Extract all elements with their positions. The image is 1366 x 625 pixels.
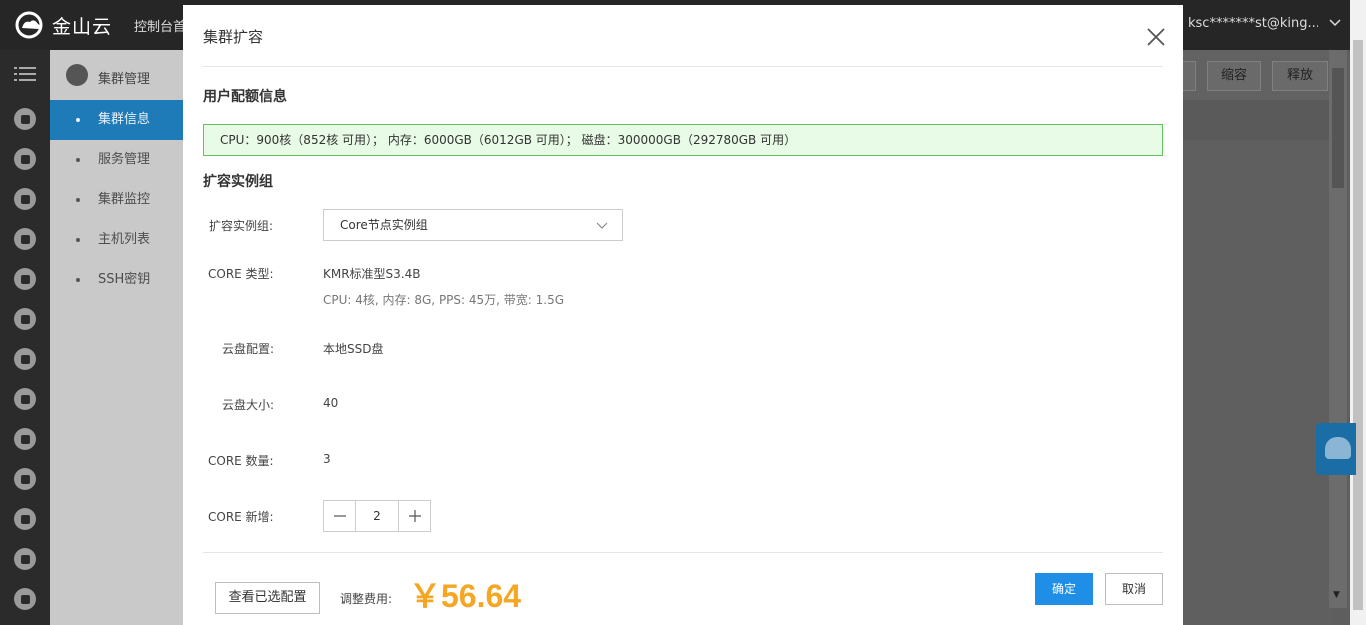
rail-product-icon[interactable] (14, 348, 36, 370)
sidebar-item-ssh-key[interactable]: SSH密钥 (50, 260, 184, 300)
sidebar-item-service-management[interactable]: 服务管理 (50, 140, 184, 180)
core-count-value: 3 (323, 452, 331, 466)
fee-label: 调整费用: (340, 592, 393, 606)
instance-group-value: Core节点实例组 (340, 218, 428, 232)
disk-config-value: 本地SSD盘 (323, 342, 384, 356)
sidebar-item-host-list[interactable]: 主机列表 (50, 220, 184, 260)
core-add-input[interactable]: 2 (355, 501, 399, 531)
release-button[interactable]: 释放 (1272, 61, 1328, 91)
page-scrollbar[interactable] (1350, 0, 1366, 625)
sidebar-item-label: 主机列表 (98, 232, 151, 247)
rail-product-icon[interactable] (14, 468, 36, 490)
core-type-spec: CPU: 4核, 内存: 8G, PPS: 45万, 带宽: 1.5G (323, 293, 565, 307)
brand-logo[interactable]: 金山云 (14, 10, 112, 40)
rail-product-icon[interactable] (14, 308, 36, 330)
sidebar: 集群管理 集群信息 服务管理 集群监控 主机列表 SSH密钥 (50, 50, 184, 625)
rail-product-icon[interactable] (14, 148, 36, 170)
rail-product-icon[interactable] (14, 188, 36, 210)
rail-product-icon[interactable] (14, 108, 36, 130)
rail-product-icon[interactable] (14, 268, 36, 290)
sidebar-header: 集群管理 (50, 50, 184, 100)
content-scrollbar[interactable]: ▼ (1329, 50, 1347, 608)
core-type-label: CORE 类型: (208, 267, 274, 281)
dialog-title: 集群扩容 (203, 28, 264, 46)
instance-group-label: 扩容实例组: (209, 219, 274, 233)
brand-name: 金山云 (52, 15, 113, 38)
shrink-button[interactable]: 缩容 (1207, 61, 1261, 91)
sidebar-item-label: SSH密钥 (98, 272, 151, 287)
help-float-button[interactable] (1316, 423, 1356, 475)
sidebar-item-label: 集群监控 (98, 192, 151, 207)
console-home-link[interactable]: 控制台首 (134, 16, 186, 35)
core-add-label: CORE 新增: (208, 510, 274, 524)
bullet-icon (76, 278, 80, 282)
expand-cluster-dialog: 集群扩容 用户配额信息 CPU：900核（852核 可用）； 内存：6000GB… (183, 5, 1183, 625)
rail-product-icon[interactable] (14, 228, 36, 250)
quota-info-box: CPU：900核（852核 可用）； 内存：6000GB（6012GB 可用）；… (203, 124, 1163, 156)
core-type-value: KMR标准型S3.4B (323, 267, 421, 281)
scroll-thumb[interactable] (1332, 68, 1344, 188)
plus-icon (408, 510, 421, 522)
minus-icon (333, 515, 346, 517)
user-account-menu[interactable]: ksc*******st@king... (1188, 16, 1318, 31)
bullet-icon (76, 118, 80, 122)
confirm-button[interactable]: 确定 (1035, 573, 1093, 605)
customer-service-icon (1325, 437, 1351, 459)
toolbar-button-partial[interactable] (1182, 61, 1196, 91)
sidebar-item-label: 服务管理 (98, 152, 151, 167)
bullet-icon (76, 238, 80, 242)
view-selected-config-button[interactable]: 查看已选配置 (215, 582, 320, 614)
fee-amount: ￥56.64 (409, 578, 522, 614)
close-icon[interactable] (1145, 26, 1167, 48)
decrement-button[interactable] (324, 501, 355, 531)
rail-product-icon[interactable] (14, 428, 36, 450)
sidebar-item-cluster-monitor[interactable]: 集群监控 (50, 180, 184, 220)
bullet-icon (76, 198, 80, 202)
cloud-logo-icon (15, 11, 43, 39)
page-scroll-thumb[interactable] (1353, 40, 1363, 610)
disk-size-value: 40 (323, 396, 339, 410)
expand-section-title: 扩容实例组 (203, 174, 273, 190)
core-count-label: CORE 数量: (208, 454, 274, 468)
disk-size-label: 云盘大小: (222, 398, 275, 412)
bullet-icon (76, 158, 80, 162)
rail-product-icon[interactable] (14, 588, 36, 610)
menu-icon[interactable] (14, 66, 36, 82)
sidebar-title: 集群管理 (98, 72, 151, 87)
product-icon-rail (0, 50, 50, 625)
divider (203, 66, 1163, 67)
core-add-stepper: 2 (323, 500, 431, 532)
chevron-down-icon[interactable] (1328, 16, 1342, 30)
disk-config-label: 云盘配置: (222, 342, 275, 356)
chevron-down-icon (596, 222, 608, 229)
cancel-button[interactable]: 取消 (1105, 573, 1163, 605)
rail-product-icon[interactable] (14, 508, 36, 530)
scroll-down-icon[interactable]: ▼ (1333, 590, 1340, 600)
quota-section-title: 用户配额信息 (203, 89, 287, 105)
instance-group-select[interactable]: Core节点实例组 (323, 209, 623, 241)
rail-product-icon[interactable] (14, 388, 36, 410)
rail-product-icon[interactable] (14, 548, 36, 570)
sidebar-item-label: 集群信息 (98, 112, 151, 127)
divider (203, 552, 1163, 553)
increment-button[interactable] (399, 501, 430, 531)
sidebar-item-cluster-info[interactable]: 集群信息 (50, 100, 184, 140)
cluster-icon (66, 64, 88, 86)
